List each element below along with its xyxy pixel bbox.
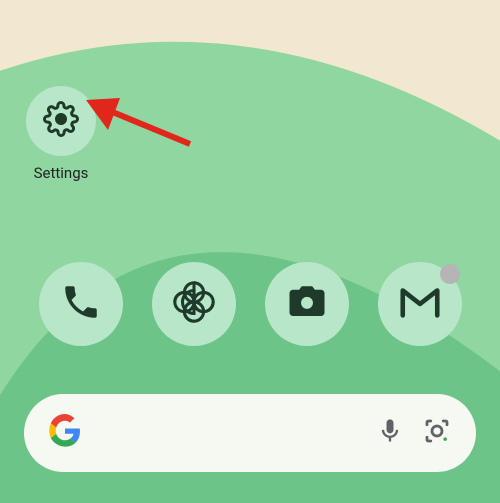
dock-photos[interactable]: [152, 262, 236, 346]
settings-app[interactable]: Settings: [26, 86, 96, 182]
annotation-arrow: [80, 88, 200, 162]
dock-gmail[interactable]: [378, 262, 462, 346]
pinwheel-icon: [171, 279, 217, 329]
phone-icon: [60, 281, 102, 327]
notification-dot: [440, 264, 460, 284]
mic-icon[interactable]: [376, 417, 404, 449]
gmail-m-icon: [397, 279, 443, 329]
settings-icon-circle[interactable]: [26, 86, 96, 156]
google-g-icon: [48, 414, 82, 452]
lens-icon[interactable]: [422, 416, 452, 450]
gear-icon: [43, 101, 79, 141]
dock-camera[interactable]: [265, 262, 349, 346]
camera-icon: [286, 281, 328, 327]
dock: [0, 262, 500, 346]
dock-phone[interactable]: [39, 262, 123, 346]
settings-label: Settings: [34, 164, 89, 182]
search-bar[interactable]: [24, 394, 476, 472]
